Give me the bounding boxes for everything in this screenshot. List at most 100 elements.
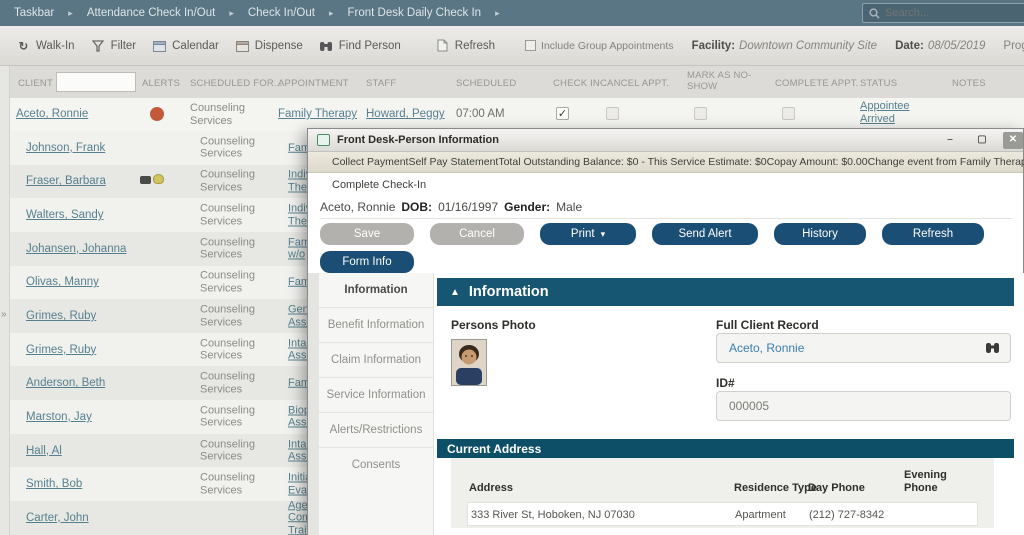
check-in-checkbox[interactable]: ✓	[556, 107, 569, 120]
client-link[interactable]: Walters, Sandy	[26, 209, 104, 221]
dispense-label: Dispense	[254, 39, 303, 52]
col-mark-no-show[interactable]: MARK AS NO- SHOW	[687, 70, 752, 92]
col-check-in[interactable]: CHECK IN	[553, 78, 600, 89]
col-appointment[interactable]: APPOINTMENT	[278, 78, 349, 89]
client-link[interactable]: Johansen, Johanna	[26, 243, 126, 255]
front-desk-person-information-dialog: Front Desk-Person Information – ▢ ✕ Coll…	[307, 128, 1024, 535]
calendar-button[interactable]: Calendar	[152, 39, 219, 53]
client-link[interactable]: Johnson, Frank	[26, 142, 105, 154]
minimize-button[interactable]: –	[939, 132, 961, 149]
complete-check-in-link[interactable]: Complete Check-In	[332, 179, 426, 191]
copay-amount-text: Copay Amount: $0.00	[766, 156, 868, 168]
scheduled-time-cell: 07:00 AM	[456, 108, 505, 120]
nav-claim-information[interactable]: Claim Information	[319, 343, 433, 378]
close-button[interactable]: ✕	[1003, 132, 1023, 149]
expand-panel-chevron-icon[interactable]: »	[1, 309, 7, 320]
complete-appt-checkbox[interactable]	[782, 107, 795, 120]
find-person-button[interactable]: Find Person	[319, 39, 401, 53]
client-link[interactable]: Marston, Jay	[26, 411, 92, 423]
dob-value: 01/16/1997	[438, 199, 499, 214]
facility-value[interactable]: Downtown Community Site	[739, 40, 877, 52]
print-button[interactable]: Print ▾	[540, 223, 636, 245]
person-photo[interactable]	[451, 339, 487, 386]
col-status[interactable]: STATUS	[860, 78, 897, 89]
calendar-icon	[152, 39, 167, 53]
col-scheduled[interactable]: SCHEDULED	[456, 78, 516, 89]
search-input[interactable]	[885, 7, 1005, 19]
crumb-front-desk-daily-check-in[interactable]: Front Desk Daily Check In	[348, 7, 482, 19]
client-link[interactable]: Fraser, Barbara	[26, 175, 106, 187]
cancel-appt-checkbox[interactable]	[606, 107, 619, 120]
client-link[interactable]: Grimes, Ruby	[26, 310, 96, 322]
walk-in-button[interactable]: ↻ Walk-In	[16, 39, 75, 53]
filter-button[interactable]: Filter	[91, 39, 136, 53]
nav-consents[interactable]: Consents	[319, 448, 433, 482]
nav-alerts-restrictions[interactable]: Alerts/Restrictions	[319, 413, 433, 448]
col-alerts[interactable]: ALERTS	[142, 78, 180, 89]
client-link[interactable]: Carter, John	[26, 512, 89, 524]
client-link[interactable]: Olivas, Manny	[26, 276, 99, 288]
mark-no-show-checkbox[interactable]	[694, 107, 707, 120]
appointment-link[interactable]: Family Therapy	[278, 108, 357, 120]
save-button[interactable]: Save	[320, 223, 414, 245]
cancel-button[interactable]: Cancel	[430, 223, 524, 245]
history-button[interactable]: History	[774, 223, 866, 245]
crumb-attendance-check-in-out[interactable]: Attendance Check In/Out	[87, 7, 216, 19]
refresh-button[interactable]: Refresh	[882, 223, 984, 245]
col-scheduled-for[interactable]: SCHEDULED FOR...	[190, 78, 282, 89]
status-link[interactable]: Appointee Arrived	[860, 100, 910, 126]
full-client-record-field[interactable]: Aceto, Ronnie	[716, 333, 1011, 363]
send-alert-button[interactable]: Send Alert	[652, 223, 758, 245]
maximize-button[interactable]: ▢	[971, 132, 993, 149]
include-group-appointments-toggle[interactable]: Include Group Appointments	[525, 40, 674, 52]
dispense-button[interactable]: Dispense	[235, 39, 303, 53]
information-section-header[interactable]: ▲ Information	[437, 278, 1014, 306]
dialog-title: Front Desk-Person Information	[337, 134, 499, 146]
nav-benefit-information[interactable]: Benefit Information	[319, 308, 433, 343]
change-event-button[interactable]: Change event from Family Therapy	[868, 156, 1024, 168]
client-link[interactable]: Grimes, Ruby	[26, 344, 96, 356]
crumb-taskbar[interactable]: Taskbar	[14, 7, 54, 19]
collect-payment-button[interactable]: Collect Payment	[332, 156, 408, 168]
global-search[interactable]	[862, 3, 1024, 23]
address-table-headers: Address Residence Type Day Phone Evening…	[451, 458, 994, 502]
client-filter-input[interactable]	[56, 72, 136, 92]
col-staff[interactable]: STAFF	[366, 78, 396, 89]
date-value[interactable]: 08/05/2019	[928, 40, 986, 52]
camera-alert-icon	[140, 175, 151, 184]
client-link[interactable]: Smith, Bob	[26, 478, 82, 490]
id-field[interactable]: 000005	[716, 391, 1011, 421]
outstanding-balance-text: Total Outstanding Balance: $0 - This Ser…	[498, 156, 767, 168]
form-info-button[interactable]: Form Info	[320, 251, 414, 273]
col-complete-appt[interactable]: COMPLETE APPT.	[775, 78, 859, 89]
alert-icons[interactable]	[140, 173, 164, 184]
grid-column-headers: CLIENT ALERTS SCHEDULED FOR... APPOINTME…	[10, 66, 1024, 98]
col-client[interactable]: CLIENT	[18, 78, 53, 89]
search-icon	[869, 7, 880, 19]
crumb-check-in-out[interactable]: Check In/Out	[248, 7, 315, 19]
lookup-binoculars-icon[interactable]	[985, 341, 1000, 357]
collapse-up-icon[interactable]: ▲	[450, 287, 460, 298]
dialog-button-row: Save Cancel Print ▾ Send Alert History R…	[320, 223, 984, 245]
address-row[interactable]: 333 River St, Hoboken, NJ 07030 Apartmen…	[467, 502, 978, 526]
client-link[interactable]: Aceto, Ronnie	[16, 108, 88, 120]
nav-information[interactable]: Information	[319, 273, 433, 308]
current-address-section-header[interactable]: Current Address	[437, 439, 1014, 458]
client-link[interactable]: Hall, Al	[26, 445, 62, 457]
refresh-button[interactable]: Refresh	[435, 39, 495, 53]
walk-in-label: Walk-In	[36, 39, 75, 52]
gender-label: Gender:	[504, 199, 551, 214]
scheduled-for-cell: Counseling Services	[200, 168, 256, 194]
col-cancel-appt[interactable]: CANCEL APPT.	[600, 78, 669, 89]
include-group-checkbox[interactable]	[525, 40, 537, 51]
persons-photo-label: Persons Photo	[451, 318, 536, 332]
alert-flag-icon[interactable]	[150, 107, 164, 121]
self-pay-statement-button[interactable]: Self Pay Statement	[408, 156, 498, 168]
staff-link[interactable]: Howard, Peggy	[366, 108, 445, 120]
col-notes[interactable]: NOTES	[952, 78, 986, 89]
scheduled-for-cell: Counseling Services	[200, 202, 256, 228]
nav-service-information[interactable]: Service Information	[319, 378, 433, 413]
appointment-row-aceto: Aceto, Ronnie Counseling Services Family…	[10, 98, 1024, 131]
client-link[interactable]: Anderson, Beth	[26, 377, 105, 389]
dialog-title-bar[interactable]: Front Desk-Person Information – ▢ ✕	[308, 129, 1023, 152]
